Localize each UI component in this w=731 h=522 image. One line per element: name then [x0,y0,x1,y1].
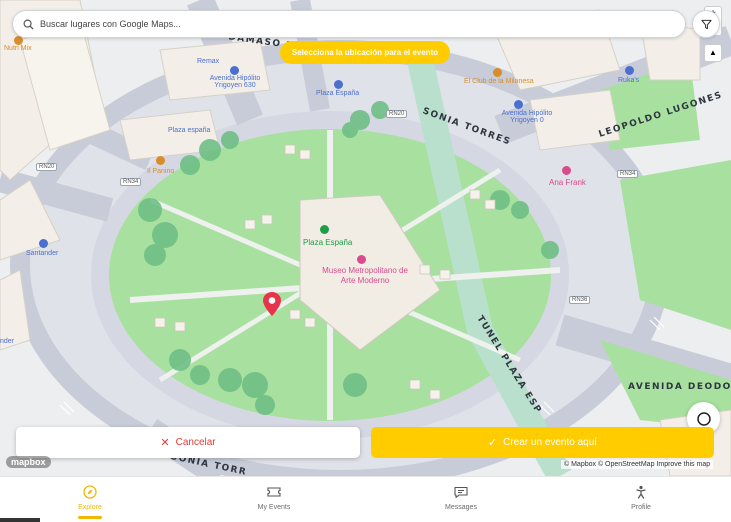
museum-icon [357,255,366,264]
nav-label-messages: Messages [445,504,477,511]
check-icon: ✓ [487,437,498,449]
select-location-banner: Selecciona la ubicación para el evento [280,41,450,64]
nav-label-profile: Profile [631,504,651,511]
bottom-nav: Explore My Events Messages Profile [0,476,731,522]
create-label: Crear un evento aquí [503,437,598,448]
nav-item-messages[interactable]: Messages [416,477,506,517]
shop-icon [625,66,634,75]
map-view[interactable]: DÁMASO LAR SONIA TORRES LEOPOLDO LUGONES… [0,0,731,476]
road-label-avenida-deodoro: AVENIDA DEODO [628,382,731,392]
poi-museo[interactable]: Museo Metropolitano de Arte Moderno [320,266,410,286]
circle-icon [696,411,711,426]
poi-plaza-espana-street[interactable]: Plaza España [316,90,359,97]
poi-santander[interactable]: Santander [26,250,58,257]
poi-el-club-milanesa[interactable]: El Club de la Milanesa [464,78,534,85]
create-event-button[interactable]: ✓ Crear un evento aquí [371,427,714,458]
poi-av-hipolito-0[interactable]: Avenida Hipólito Yrigoyen 0 [497,110,557,124]
office-icon [230,66,239,75]
cancel-button[interactable]: ✕ Cancelar [16,427,360,458]
poi-plaza-espana-left[interactable]: Plaza españa [168,127,210,134]
poi-plaza-espana-park[interactable]: Plaza España [303,238,352,247]
location-pin-icon[interactable] [262,291,282,317]
road-shield-rn34-b: RN34 [617,170,639,178]
poi-nutri-mix[interactable]: Nutri Mix [4,45,32,52]
active-tab-indicator [78,516,102,519]
person-icon [633,484,649,500]
poi-il-panino[interactable]: Il Panino [147,168,174,175]
mapbox-logo[interactable]: mapbox [6,456,51,468]
park-icon [320,225,329,234]
road-shield-rn36: RN36 [569,296,591,304]
map-canvas[interactable] [0,0,731,476]
nav-item-explore[interactable]: Explore [45,477,135,517]
bank-icon [39,239,48,248]
map-attribution[interactable]: © Mapbox © OpenStreetMap Improve this ma… [561,460,714,469]
window-edge [0,518,40,522]
restaurant-icon [493,68,502,77]
road-shield-rn20-a: RN20 [36,163,58,171]
school-icon [562,166,571,175]
poi-remax[interactable]: Remax [197,58,219,65]
compass-icon [82,484,98,500]
search-bar[interactable] [12,10,686,38]
filter-icon [700,19,712,29]
nav-label-my-events: My Events [257,504,291,511]
filter-button[interactable] [692,10,720,38]
search-icon [23,19,34,30]
place-icon-2 [514,100,523,109]
search-input[interactable] [40,19,660,29]
close-icon: ✕ [160,437,170,449]
nav-label-explore: Explore [78,504,102,511]
road-shield-rn34-a: RN34 [120,178,142,186]
poi-santander-left[interactable]: nder [0,338,14,345]
nav-item-profile[interactable]: Profile [596,477,686,517]
restaurant-icon-3 [156,156,165,165]
app: DÁMASO LAR SONIA TORRES LEOPOLDO LUGONES… [0,0,731,522]
road-shield-rn20-b: RN20 [386,110,408,118]
poi-rukas[interactable]: Ruka's [618,77,639,84]
cancel-label: Cancelar [175,437,216,448]
place-icon [334,80,343,89]
nav-item-my-events[interactable]: My Events [229,477,319,517]
compass-icon[interactable]: ▲ [704,44,722,62]
ticket-icon [266,484,282,500]
poi-av-hipolito-630[interactable]: Avenida Hipólito Yrigoyen 630 [205,75,265,89]
message-icon [453,484,469,500]
poi-ana-frank[interactable]: Ana Frank [549,178,586,187]
